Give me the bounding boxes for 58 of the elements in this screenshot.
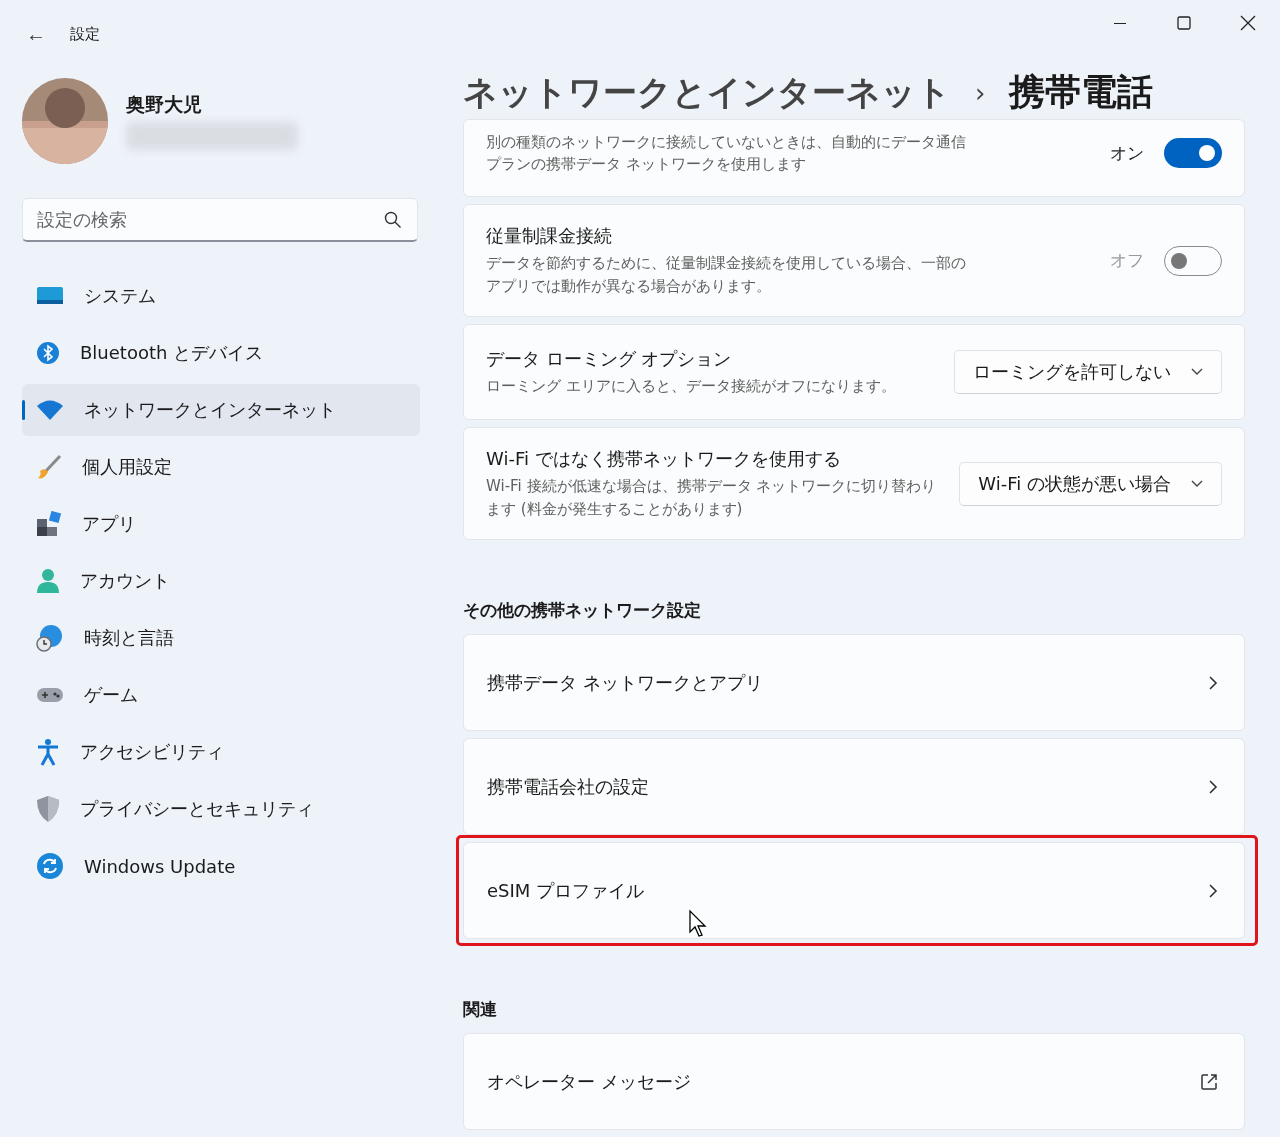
mouse-cursor-icon [688,909,708,937]
apps-icon [36,511,62,537]
back-button[interactable]: ← [22,22,50,46]
open-external-icon [1200,1072,1218,1091]
sidebar-item[interactable]: アプリ [22,498,420,550]
maximize-icon [1177,16,1191,30]
sidebar-item[interactable]: アクセシビリティ [22,726,420,778]
monitor-icon [36,285,64,307]
section-heading: 関連 [463,998,498,1021]
search-field[interactable]: 設定の検索 [22,198,418,242]
setting-description: ローミング エリアに入ると、データ接続がオフになります。 [486,375,897,397]
toggle-state-label: オフ [1110,249,1144,272]
sidebar-item[interactable]: 個人用設定 [22,441,420,493]
sidebar-item[interactable]: 時刻と言語 [22,612,420,664]
setting-title: 従量制課金接続 [486,224,613,248]
sidebar-item[interactable]: Windows Update [22,840,420,892]
update-icon [36,852,64,880]
accessibility-icon [36,738,60,766]
sidebar-item[interactable]: プライバシーとセキュリティ [22,783,420,835]
chevron-right-icon [1208,674,1218,691]
sidebar-item[interactable]: ゲーム [22,669,420,721]
settings-link[interactable]: eSIM プロファイル [463,842,1245,939]
setting-description: Wi-Fi 接続が低速な場合は、携帯データ ネットワークに切り替わります (料金が発生することがあります) [486,476,938,520]
setting-title: データ ローミング オプション [486,346,733,371]
bluetooth-icon [36,340,60,366]
section-heading: その他の携帯ネットワーク設定 [463,599,702,622]
page-title: 携帯電話 [1009,70,1154,114]
search-icon [384,211,402,229]
breadcrumb-separator: › [975,77,986,108]
dropdown[interactable]: ローミングを許可しない [954,350,1222,394]
toggle-switch[interactable] [1164,138,1222,168]
setting-title: Wi-Fi ではなく携帯ネットワークを使用する [486,447,842,471]
chevron-down-icon [1191,479,1203,488]
breadcrumb-parent[interactable]: ネットワークとインターネット [463,69,951,116]
window-title: 設定 [70,24,100,44]
sidebar-item[interactable]: アカウント [22,555,420,607]
globe-clock-icon [36,624,64,652]
setting-description: 別の種類のネットワークに接続していないときは、自動的にデータ通信プランの携帯データ ネットワークを使用します [486,131,966,175]
toggle-state-label: オン [1110,141,1144,165]
dropdown[interactable]: Wi-Fi の状態が悪い場合 [959,461,1222,506]
sidebar-item[interactable]: Bluetooth とデバイス [22,327,420,379]
chevron-down-icon [1191,368,1203,376]
settings-link[interactable]: オペレーター メッセージ [463,1033,1245,1130]
sidebar-item[interactable]: システム [22,270,420,322]
minimize-icon [1113,21,1127,25]
sidebar-item[interactable]: ネットワークとインターネット [22,384,420,436]
setting-description: データを節約するために、従量制課金接続を使用している場合、一部のアプリでは動作が異なる場合があります。 [486,253,966,297]
brush-icon [36,454,62,480]
close-icon [1240,15,1256,31]
chevron-right-icon [1208,882,1218,899]
settings-link[interactable]: 携帯データ ネットワークとアプリ [463,634,1245,731]
gamepad-icon [36,685,64,705]
account-name: 奥野大児 [126,92,203,117]
chevron-right-icon [1208,778,1218,795]
shield-icon [36,795,60,823]
person-icon [36,568,60,594]
wifi-icon [36,399,64,421]
settings-link[interactable]: 携帯電話会社の設定 [463,738,1245,835]
